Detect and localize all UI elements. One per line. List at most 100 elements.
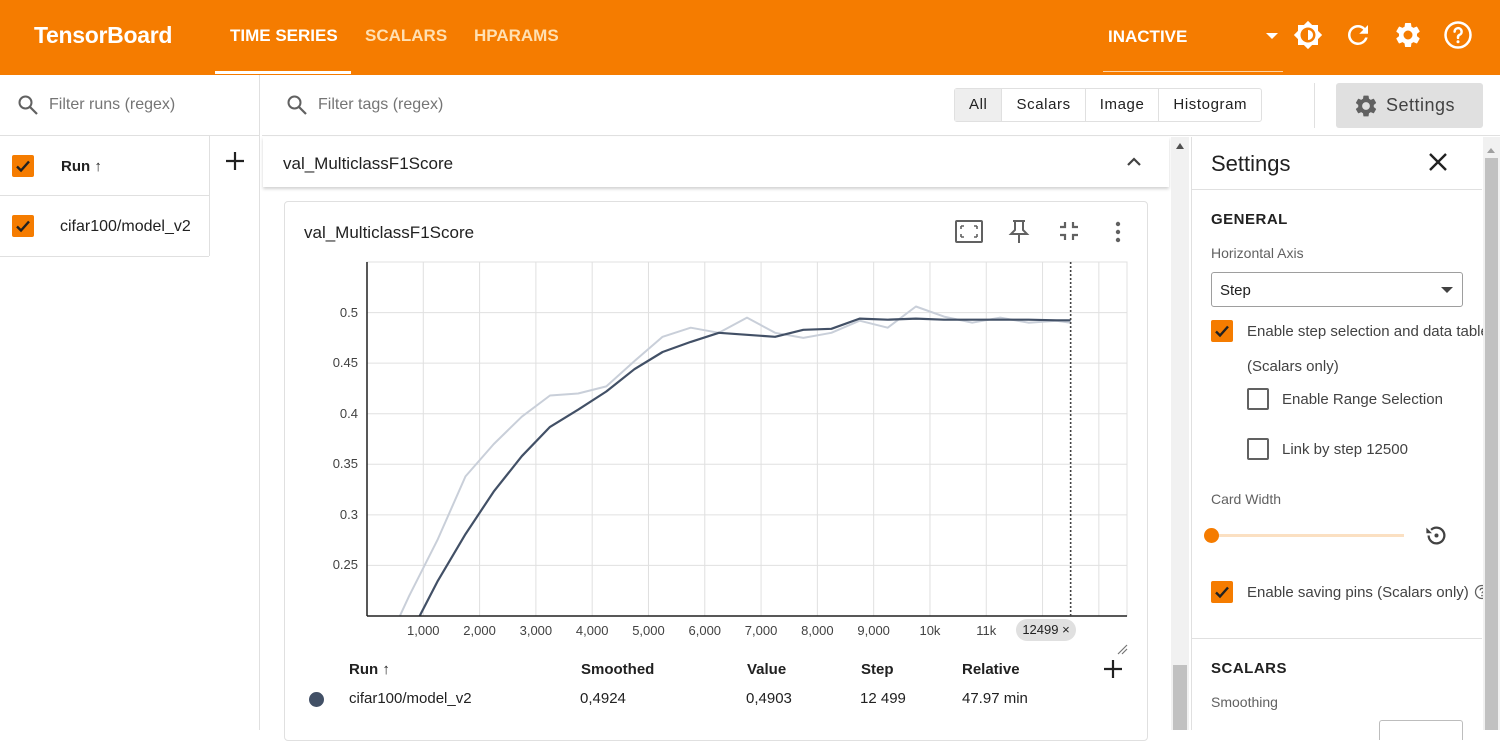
table-header-run[interactable]: Run ↑ bbox=[349, 661, 390, 678]
y-tick-label: 0.3 bbox=[339, 506, 358, 522]
general-section-header: GENERAL bbox=[1211, 211, 1288, 228]
check-icon bbox=[1215, 586, 1229, 599]
divider bbox=[262, 135, 1500, 136]
x-tick-label: 8,000 bbox=[801, 623, 834, 638]
tag-group-header[interactable]: val_MulticlassF1Score bbox=[263, 137, 1169, 187]
scalar-card bbox=[284, 201, 1148, 741]
step-selection-label: Enable step selection and data table bbox=[1247, 323, 1487, 340]
divider bbox=[209, 135, 210, 256]
horizontal-axis-label: Horizontal Axis bbox=[1211, 245, 1304, 261]
x-tick-label: 1,000 bbox=[407, 623, 440, 638]
check-icon bbox=[1215, 325, 1229, 338]
select-all-runs-checkbox[interactable] bbox=[12, 155, 34, 177]
scalars-section-header: SCALARS bbox=[1211, 660, 1288, 677]
scalars-only-label: (Scalars only) bbox=[1247, 358, 1339, 375]
y-tick-label: 0.45 bbox=[332, 355, 358, 371]
table-row-smoothed: 0,4924 bbox=[580, 690, 626, 707]
card-width-slider-track[interactable] bbox=[1211, 534, 1404, 537]
search-icon bbox=[18, 95, 38, 115]
plugin-select[interactable]: INACTIVE bbox=[1103, 26, 1283, 72]
x-tick-label: 2,000 bbox=[463, 623, 496, 638]
main-scrollbar[interactable] bbox=[1171, 137, 1189, 730]
settings-button[interactable]: Settings bbox=[1336, 83, 1483, 128]
search-icon bbox=[287, 95, 307, 115]
link-by-step-checkbox[interactable] bbox=[1247, 438, 1269, 460]
table-row-relative: 47.97 min bbox=[962, 690, 1028, 707]
step-selection-checkbox[interactable] bbox=[1211, 320, 1233, 342]
settings-title: Settings bbox=[1211, 151, 1291, 176]
tab-hparams[interactable]: HPARAMS bbox=[474, 26, 559, 46]
divider bbox=[1191, 189, 1482, 190]
table-row-run: cifar100/model_v2 bbox=[349, 690, 472, 707]
runs-column-header[interactable]: Run ↑ bbox=[61, 158, 102, 175]
more-vert-icon[interactable] bbox=[1108, 219, 1128, 245]
run-checkbox[interactable] bbox=[12, 215, 34, 237]
smoothing-input[interactable] bbox=[1379, 720, 1463, 740]
scroll-up-arrow-icon[interactable] bbox=[1487, 148, 1495, 153]
y-tick-label: 0.35 bbox=[332, 456, 358, 472]
table-row-step: 12 499 bbox=[860, 690, 906, 707]
settings-button-label: Settings bbox=[1386, 95, 1456, 115]
x-tick-label: 5,000 bbox=[632, 623, 665, 638]
help-icon[interactable] bbox=[1443, 20, 1473, 50]
tab-time-series[interactable]: TIME SERIES bbox=[230, 26, 338, 46]
x-tick-label: 6,000 bbox=[688, 623, 722, 638]
active-tab-indicator bbox=[215, 71, 351, 74]
table-header-value[interactable]: Value bbox=[747, 661, 786, 678]
horizontal-axis-select[interactable]: Step bbox=[1211, 272, 1463, 307]
chevron-down-icon bbox=[1266, 33, 1278, 39]
tab-scalars[interactable]: SCALARS bbox=[365, 26, 447, 46]
type-image-button[interactable]: Image bbox=[1084, 89, 1159, 121]
saving-pins-checkbox[interactable] bbox=[1211, 581, 1233, 603]
tags-filter-input[interactable]: Filter tags (regex) bbox=[318, 96, 443, 114]
type-scalars-button[interactable]: Scalars bbox=[1001, 89, 1084, 121]
scrollbar-thumb[interactable] bbox=[1485, 158, 1498, 730]
card-title: val_MulticlassF1Score bbox=[304, 223, 475, 242]
check-icon bbox=[16, 160, 30, 173]
y-tick-label: 0.4 bbox=[339, 405, 358, 421]
x-tick-label: 9,000 bbox=[857, 623, 890, 638]
card-width-slider-thumb[interactable] bbox=[1204, 528, 1219, 543]
reset-icon[interactable] bbox=[1423, 522, 1450, 549]
runs-filter-input[interactable]: Filter runs (regex) bbox=[49, 96, 175, 114]
plugin-type-toggle: All Scalars Image Histogram bbox=[954, 88, 1263, 122]
saving-pins-label: Enable saving pins (Scalars only) bbox=[1247, 584, 1469, 601]
x-tick-label: 11k bbox=[976, 623, 997, 638]
fit-domain-icon[interactable] bbox=[954, 218, 984, 246]
x-tick-label: 10k bbox=[919, 623, 941, 638]
link-by-step-label: Link by step 12500 bbox=[1282, 441, 1408, 458]
table-header-step[interactable]: Step bbox=[861, 661, 894, 678]
x-tick-label: 3,000 bbox=[519, 623, 553, 638]
brand-logo: TensorBoard bbox=[34, 22, 173, 48]
close-icon[interactable] bbox=[1427, 151, 1449, 173]
add-column-icon[interactable] bbox=[1102, 658, 1124, 680]
pin-icon[interactable] bbox=[1006, 218, 1032, 246]
x-tick-label: 7,000 bbox=[744, 623, 778, 638]
run-color-dot bbox=[309, 692, 324, 707]
gear-icon bbox=[1355, 95, 1377, 117]
table-row-value: 0,4903 bbox=[746, 690, 792, 707]
collapse-icon[interactable] bbox=[1056, 218, 1082, 244]
x-tick-label: 4,000 bbox=[575, 623, 609, 638]
scroll-up-arrow-icon[interactable] bbox=[1176, 143, 1184, 149]
table-header-relative[interactable]: Relative bbox=[962, 661, 1020, 678]
gear-icon[interactable] bbox=[1393, 20, 1423, 50]
add-icon[interactable] bbox=[224, 150, 246, 172]
chevron-down-icon bbox=[1441, 287, 1453, 293]
resize-handle-icon[interactable] bbox=[1114, 641, 1128, 655]
range-selection-checkbox[interactable] bbox=[1247, 388, 1269, 410]
divider bbox=[1191, 638, 1482, 639]
card-width-label: Card Width bbox=[1211, 491, 1282, 507]
refresh-icon[interactable] bbox=[1343, 20, 1373, 50]
step-selector-chip[interactable]: 12499 × bbox=[1016, 619, 1076, 641]
y-tick-label: 0.5 bbox=[339, 304, 358, 320]
range-selection-label: Enable Range Selection bbox=[1282, 391, 1443, 408]
scrollbar-thumb[interactable] bbox=[1173, 665, 1187, 730]
type-all-button[interactable]: All bbox=[955, 89, 1002, 121]
table-header-smoothed[interactable]: Smoothed bbox=[581, 661, 654, 678]
run-name[interactable]: cifar100/model_v2 bbox=[60, 218, 191, 236]
chevron-up-icon[interactable] bbox=[1123, 151, 1145, 173]
theme-toggle-icon[interactable] bbox=[1293, 20, 1323, 50]
type-histogram-button[interactable]: Histogram bbox=[1158, 89, 1261, 121]
divider bbox=[0, 195, 209, 196]
